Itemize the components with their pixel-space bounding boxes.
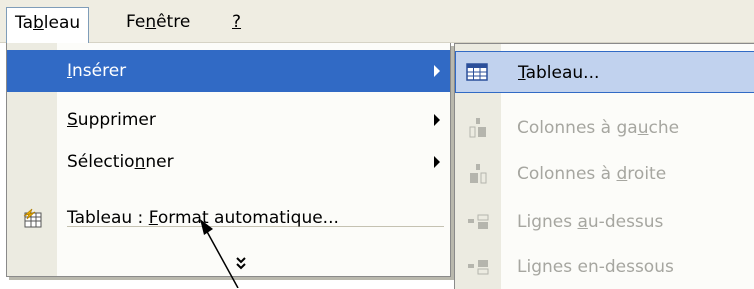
annotation-arrow-icon <box>200 219 239 288</box>
